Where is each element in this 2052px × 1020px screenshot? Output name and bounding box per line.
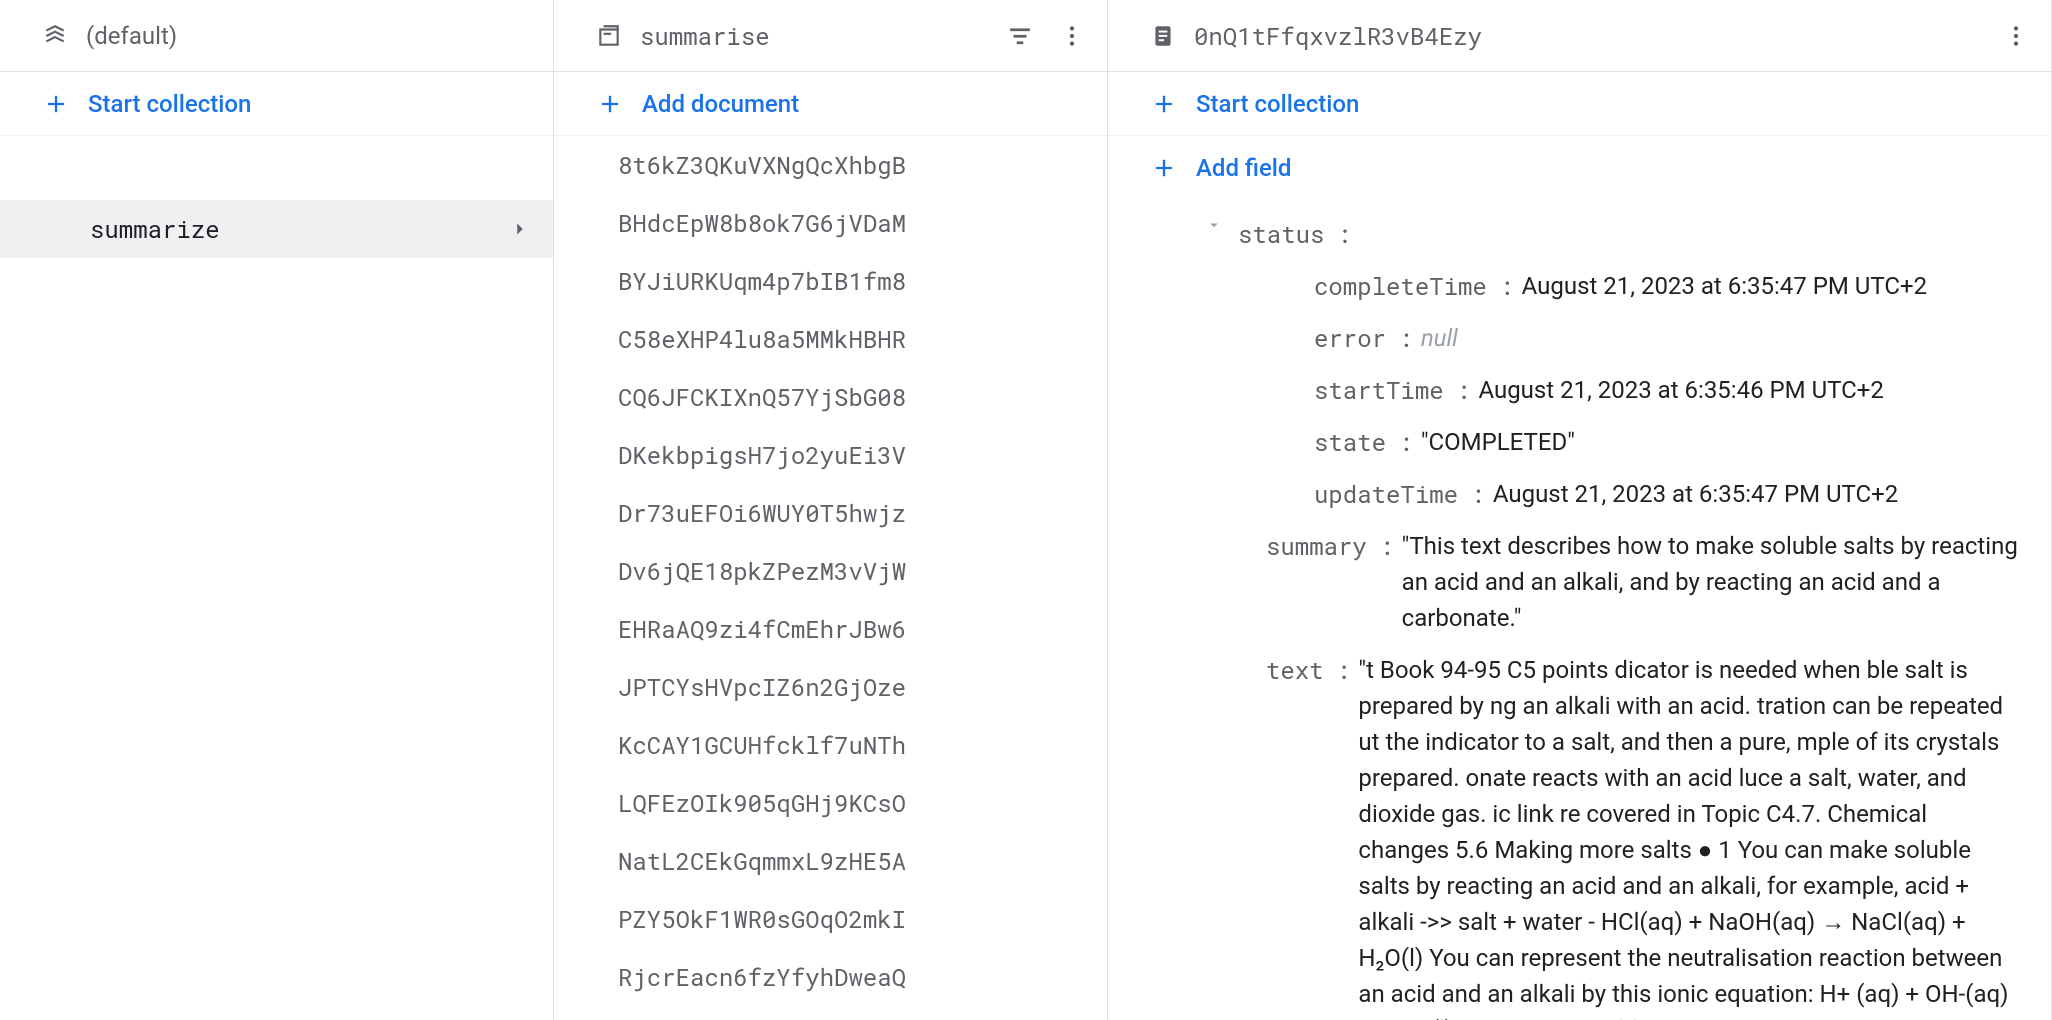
field-value: August 21, 2023 at 6:35:47 PM UTC+2 bbox=[1522, 268, 1927, 304]
document-item[interactable]: C58eXHP4lu8a5MMkHBHR bbox=[554, 310, 1107, 368]
add-field-button[interactable]: Add field bbox=[1108, 136, 2051, 200]
expand-down-icon[interactable] bbox=[1200, 216, 1228, 234]
document-item[interactable]: Dr73uEFOi6WUY0T5hwjz bbox=[554, 484, 1107, 542]
collections-list: summarize bbox=[0, 136, 553, 1020]
field-updateTime[interactable]: updateTime August 21, 2023 at 6:35:47 PM… bbox=[1108, 468, 2051, 520]
panel-header-document[interactable]: 0nQ1tFfqxvzlR3vB4Ezy bbox=[1108, 0, 2051, 72]
document-item[interactable]: RjcrEacn6fzYfyhDweaQ bbox=[554, 948, 1107, 1006]
collection-name: summarize bbox=[90, 213, 509, 245]
add-field-label: Add field bbox=[1196, 154, 1291, 182]
document-panel: 0nQ1tFfqxvzlR3vB4Ezy Start collection Ad… bbox=[1108, 0, 2052, 1020]
document-item[interactable]: CQ6JFCKIXnQ57YjSbG08 bbox=[554, 368, 1107, 426]
collection-icon bbox=[596, 23, 622, 49]
field-error[interactable]: error null bbox=[1108, 312, 2051, 364]
collection-item-summarize[interactable]: summarize bbox=[0, 200, 553, 258]
document-item[interactable]: EHRaAQ9zi4fCmEhrJBw6 bbox=[554, 600, 1107, 658]
root-title: (default) bbox=[86, 22, 531, 50]
document-item[interactable]: BHdcEpW8b8ok7G6jVDaM bbox=[554, 194, 1107, 252]
panel-header-collection[interactable]: summarise bbox=[554, 0, 1107, 72]
start-collection-label: Start collection bbox=[1196, 90, 1359, 118]
document-item[interactable]: NatL2CEkGqmmxL9zHE5A bbox=[554, 832, 1107, 890]
start-collection-label: Start collection bbox=[88, 90, 251, 118]
add-document-label: Add document bbox=[642, 90, 799, 118]
document-icon bbox=[1150, 23, 1176, 49]
document-item[interactable]: PZY5OkF1WR0sGOqO2mkI bbox=[554, 890, 1107, 948]
field-key: updateTime bbox=[1314, 476, 1483, 512]
field-value: "COMPLETED" bbox=[1421, 424, 1575, 460]
field-key: startTime bbox=[1314, 372, 1468, 408]
chevron-right-icon bbox=[509, 218, 531, 240]
collections-panel: (default) Start collection summarize bbox=[0, 0, 554, 1020]
fields-list: status completeTime August 21, 2023 at 6… bbox=[1108, 200, 2051, 1020]
document-item[interactable]: DKekbpigsH7jo2yuEi3V bbox=[554, 426, 1107, 484]
field-state[interactable]: state "COMPLETED" bbox=[1108, 416, 2051, 468]
field-key: status bbox=[1238, 216, 1349, 252]
filter-icon[interactable] bbox=[1007, 23, 1033, 49]
documents-list: 8t6kZ3QKuVXNgQcXhbgBBHdcEpW8b8ok7G6jVDaM… bbox=[554, 136, 1107, 1020]
plus-icon bbox=[1150, 90, 1178, 118]
field-text[interactable]: text "t Book 94-95 C5 points dicator is … bbox=[1108, 644, 2051, 1020]
field-startTime[interactable]: startTime August 21, 2023 at 6:35:46 PM … bbox=[1108, 364, 2051, 416]
field-value: August 21, 2023 at 6:35:47 PM UTC+2 bbox=[1493, 476, 1898, 512]
document-item[interactable]: LQFEzOIk905qGHj9KCsO bbox=[554, 774, 1107, 832]
plus-icon bbox=[596, 90, 624, 118]
plus-icon bbox=[42, 90, 70, 118]
document-item[interactable]: Dv6jQE18pkZPezM3vVjW bbox=[554, 542, 1107, 600]
documents-panel: summarise Add document 8t6kZ3QKuVXNgQcXh… bbox=[554, 0, 1108, 1020]
document-title: 0nQ1tFfqxvzlR3vB4Ezy bbox=[1194, 20, 1977, 52]
field-value: "This text describes how to make soluble… bbox=[1402, 528, 2023, 636]
add-document-button[interactable]: Add document bbox=[554, 72, 1107, 136]
field-summary[interactable]: summary "This text describes how to make… bbox=[1108, 520, 2051, 644]
document-item[interactable]: KcCAY1GCUHfcklf7uNTh bbox=[554, 716, 1107, 774]
field-completeTime[interactable]: completeTime August 21, 2023 at 6:35:47 … bbox=[1108, 260, 2051, 312]
document-item[interactable]: 8t6kZ3QKuVXNgQcXhbgB bbox=[554, 136, 1107, 194]
document-item[interactable]: BYJiURKUqm4p7bIB1fm8 bbox=[554, 252, 1107, 310]
document-item[interactable]: JPTCYsHVpcIZ6n2GjOze bbox=[554, 658, 1107, 716]
field-value: "t Book 94-95 C5 points dicator is neede… bbox=[1358, 652, 2023, 1020]
field-key: text bbox=[1266, 652, 1348, 688]
field-key: error bbox=[1314, 320, 1411, 356]
more-vert-icon[interactable] bbox=[1059, 23, 1085, 49]
more-vert-icon[interactable] bbox=[2003, 23, 2029, 49]
field-status[interactable]: status bbox=[1108, 208, 2051, 260]
field-value: August 21, 2023 at 6:35:46 PM UTC+2 bbox=[1478, 372, 1883, 408]
panel-header-root[interactable]: (default) bbox=[0, 0, 553, 72]
collection-title: summarise bbox=[640, 20, 981, 52]
field-key: completeTime bbox=[1314, 268, 1512, 304]
field-key: summary bbox=[1266, 528, 1392, 564]
plus-icon bbox=[1150, 154, 1178, 182]
field-key: state bbox=[1314, 424, 1411, 460]
database-root-icon bbox=[42, 23, 68, 49]
start-collection-button[interactable]: Start collection bbox=[0, 72, 553, 136]
field-value: null bbox=[1421, 320, 1458, 356]
start-collection-button-doc[interactable]: Start collection bbox=[1108, 72, 2051, 136]
